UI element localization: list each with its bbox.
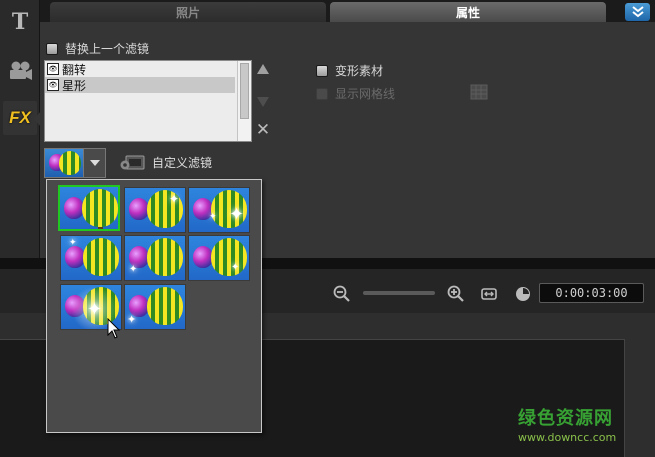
tab-attributes[interactable]: 属性 — [330, 2, 606, 22]
transform-clip-label: 变形素材 — [335, 64, 384, 78]
grid-settings-icon — [468, 82, 492, 102]
preset-picker[interactable] — [44, 148, 107, 178]
triangle-up-icon — [257, 64, 269, 74]
show-grid-row: 显示网格线 — [316, 85, 395, 102]
preset-thumb-5[interactable]: ✦ — [124, 235, 186, 281]
zoom-slider[interactable] — [363, 291, 435, 295]
watermark: 绿色资源网 www.downcc.com — [518, 404, 640, 448]
transform-clip-row[interactable]: 变形素材 — [316, 62, 383, 79]
replace-last-filter-checkbox[interactable] — [46, 42, 58, 55]
preset-thumb-2[interactable]: ✦ — [124, 187, 186, 233]
remove-filter-button[interactable]: ✕ — [255, 120, 271, 140]
timecode-display[interactable]: 0:00:03:00 — [539, 283, 644, 303]
chevron-down-icon — [89, 160, 100, 166]
preset-thumb-8[interactable]: ✦ — [124, 284, 186, 330]
eye-icon[interactable]: 👁 — [47, 63, 59, 75]
move-filter-down-button[interactable] — [256, 95, 270, 109]
collapse-panel-button[interactable] — [625, 3, 650, 21]
replace-last-filter-row[interactable]: 替换上一个滤镜 — [46, 40, 149, 57]
filter-name: 翻转 — [62, 62, 87, 77]
double-chevron-down-icon — [631, 6, 644, 18]
show-grid-checkbox — [316, 87, 328, 100]
clock-icon — [516, 287, 530, 301]
title-icon[interactable]: T — [3, 5, 37, 39]
eye-icon[interactable]: 👁 — [47, 79, 59, 91]
watermark-url: www.downcc.com — [518, 431, 617, 444]
preset-dropdown-button[interactable] — [84, 148, 106, 178]
tab-bar: 照片 属性 — [40, 0, 655, 22]
preset-thumb-6[interactable]: ✦ — [188, 235, 250, 281]
preset-dropdown: ✦ ✦ ✦ ✦ ✦ ✦ ✦ ✦ — [46, 179, 262, 433]
tab-photo[interactable]: 照片 — [50, 2, 326, 22]
preset-preview-thumb[interactable] — [44, 148, 84, 178]
preset-thumb-1[interactable] — [58, 185, 120, 231]
applied-filters-list[interactable]: 👁 翻转 👁 星形 — [44, 60, 252, 142]
preset-thumb-4[interactable]: ✦ — [60, 235, 122, 281]
watermark-title: 绿色资源网 — [518, 408, 613, 429]
move-filter-up-button[interactable] — [256, 62, 270, 76]
show-grid-label: 显示网格线 — [335, 87, 396, 101]
triangle-down-icon — [257, 97, 269, 107]
filter-name: 星形 — [62, 78, 87, 93]
film-camera-icon[interactable] — [3, 54, 37, 88]
close-icon: ✕ — [255, 120, 271, 140]
list-item[interactable]: 👁 翻转 — [45, 61, 235, 77]
replace-last-filter-label: 替换上一个滤镜 — [65, 42, 150, 56]
zoom-out-icon[interactable] — [333, 285, 351, 303]
zoom-in-icon[interactable] — [447, 285, 465, 303]
left-toolbar: T FX — [0, 0, 41, 258]
list-item[interactable]: 👁 星形 — [45, 77, 235, 93]
transform-clip-checkbox[interactable] — [316, 64, 328, 77]
list-scrollbar[interactable] — [237, 61, 251, 141]
scrollbar-thumb[interactable] — [240, 63, 249, 119]
mouse-cursor-icon — [107, 318, 121, 339]
fx-icon[interactable]: FX — [3, 101, 37, 135]
custom-filter-label: 自定义滤镜 — [152, 155, 213, 170]
custom-filter-button[interactable]: 自定义滤镜 — [120, 152, 212, 172]
fit-to-window-icon[interactable] — [480, 285, 498, 303]
preset-thumb-3[interactable]: ✦ ✦ — [188, 187, 250, 233]
custom-filter-icon — [120, 155, 145, 170]
